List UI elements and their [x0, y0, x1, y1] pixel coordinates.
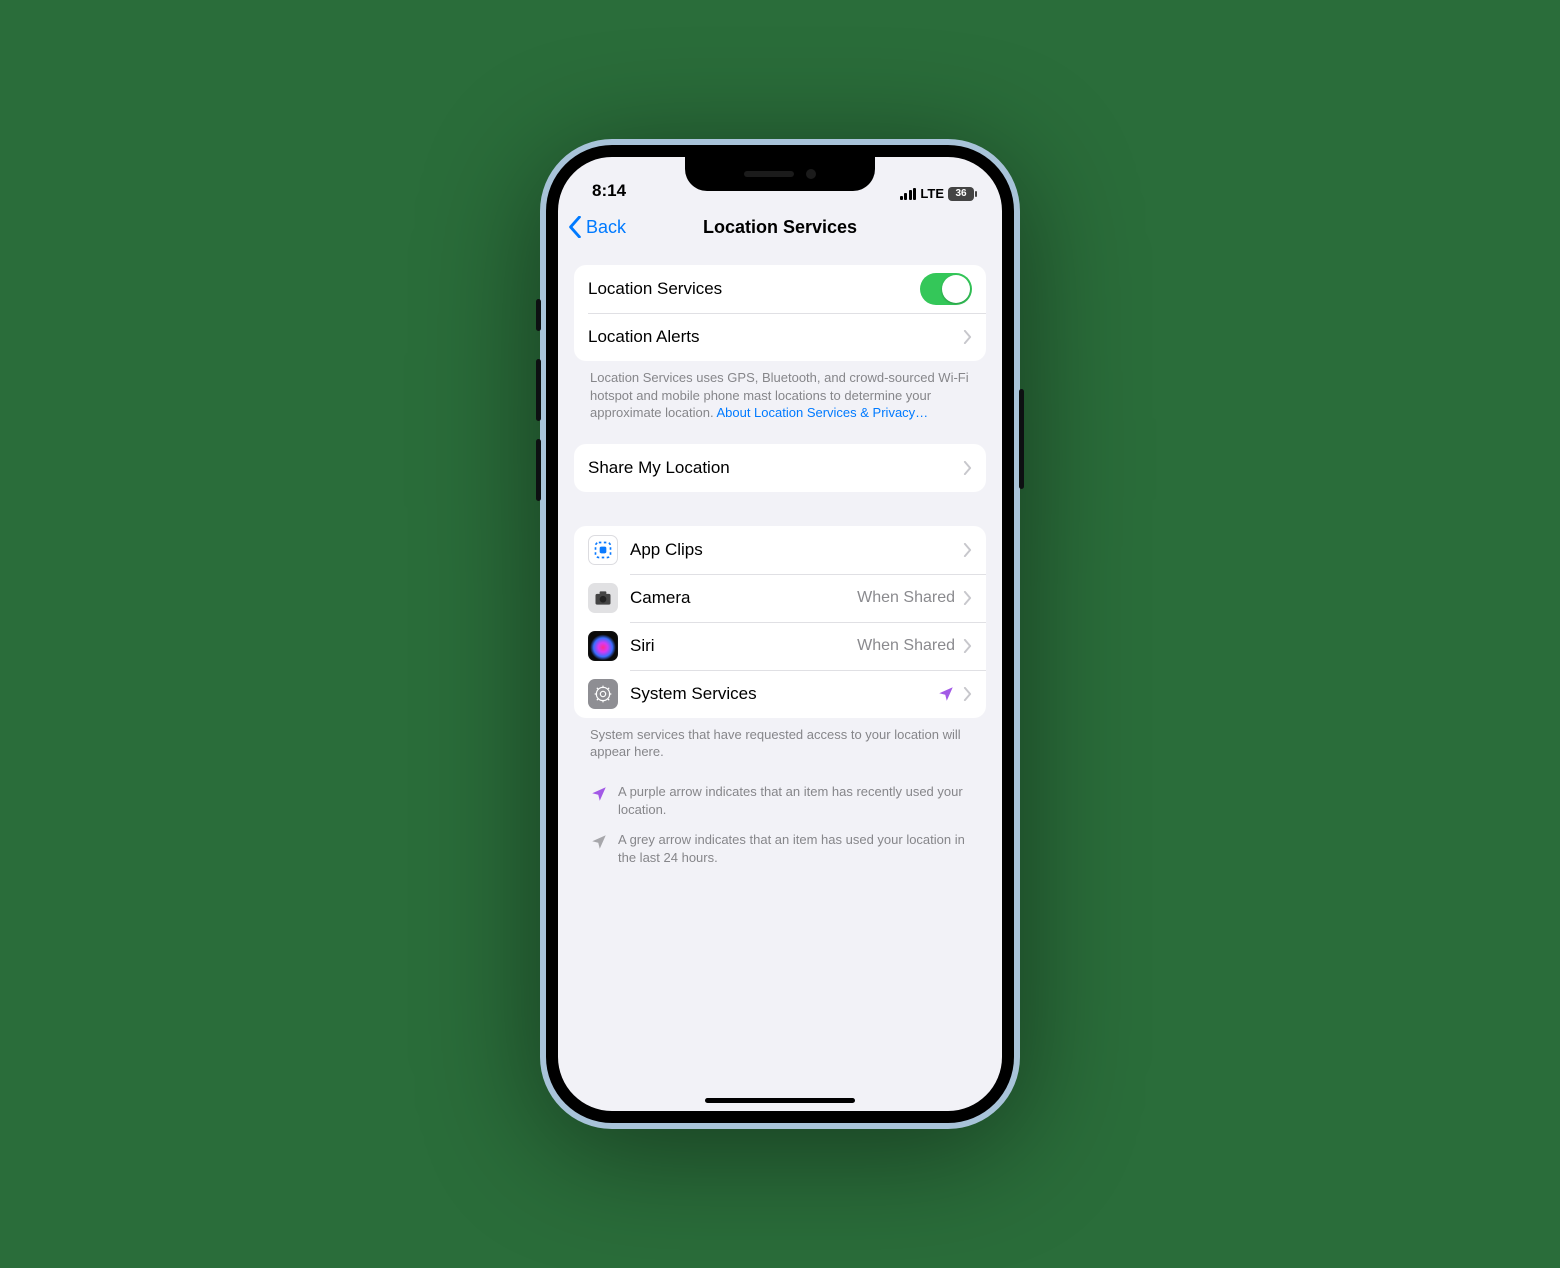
carrier-label: LTE: [920, 186, 944, 201]
home-indicator[interactable]: [705, 1098, 855, 1103]
cell-share-my-location[interactable]: Share My Location: [574, 444, 986, 492]
power-button[interactable]: [1019, 389, 1024, 489]
cell-label: App Clips: [630, 540, 963, 560]
page-title: Location Services: [703, 217, 857, 238]
footer-location-description: Location Services uses GPS, Bluetooth, a…: [574, 361, 986, 422]
cell-detail: When Shared: [857, 637, 955, 655]
cell-label: Share My Location: [588, 458, 963, 478]
battery-indicator: 36: [948, 187, 974, 201]
about-privacy-link[interactable]: About Location Services & Privacy…: [716, 405, 928, 420]
footer-system-services: System services that have requested acce…: [574, 718, 986, 761]
chevron-right-icon: [963, 687, 972, 701]
cell-app-app-clips[interactable]: App Clips: [574, 526, 986, 574]
chevron-right-icon: [963, 543, 972, 557]
back-button[interactable]: Back: [568, 216, 626, 238]
cellular-signal-icon: [900, 188, 917, 200]
cell-app-system-services[interactable]: System Services: [574, 670, 986, 718]
cell-label: Location Alerts: [588, 327, 963, 347]
location-arrow-purple-icon: [590, 785, 608, 803]
legend-purple-text: A purple arrow indicates that an item ha…: [618, 783, 970, 819]
legend: A purple arrow indicates that an item ha…: [574, 761, 986, 868]
toggle-on-icon[interactable]: [920, 273, 972, 305]
volume-down-button[interactable]: [536, 439, 541, 501]
cell-detail: When Shared: [857, 589, 955, 607]
notch: [685, 157, 875, 191]
group-apps: App ClipsCameraWhen SharedSiriWhen Share…: [574, 526, 986, 718]
cell-location-alerts[interactable]: Location Alerts: [574, 313, 986, 361]
app-icon: [588, 535, 618, 565]
location-arrow-grey-icon: [590, 833, 608, 851]
cell-label: Camera: [630, 588, 857, 608]
legend-grey-text: A grey arrow indicates that an item has …: [618, 831, 970, 867]
cell-label: Location Services: [588, 279, 920, 299]
cell-label: Siri: [630, 636, 857, 656]
group-share-location: Share My Location: [574, 444, 986, 492]
status-time: 8:14: [592, 181, 626, 201]
navigation-bar: Back Location Services: [558, 203, 1002, 251]
app-icon: [588, 679, 618, 709]
screen: 8:14 LTE 36 Back Location Services: [558, 157, 1002, 1111]
cell-app-camera[interactable]: CameraWhen Shared: [574, 574, 986, 622]
back-label: Back: [586, 217, 626, 238]
group-location-main: Location Services Location Alerts: [574, 265, 986, 361]
app-icon: [588, 631, 618, 661]
phone-frame: 8:14 LTE 36 Back Location Services: [540, 139, 1020, 1129]
silence-switch[interactable]: [536, 299, 541, 331]
app-icon: [588, 583, 618, 613]
chevron-right-icon: [963, 330, 972, 344]
chevron-right-icon: [963, 639, 972, 653]
chevron-right-icon: [963, 591, 972, 605]
cell-location-services-toggle[interactable]: Location Services: [574, 265, 986, 313]
volume-up-button[interactable]: [536, 359, 541, 421]
location-arrow-purple-icon: [937, 685, 955, 703]
cell-label: System Services: [630, 684, 937, 704]
chevron-left-icon: [568, 216, 582, 238]
cell-app-siri[interactable]: SiriWhen Shared: [574, 622, 986, 670]
chevron-right-icon: [963, 461, 972, 475]
